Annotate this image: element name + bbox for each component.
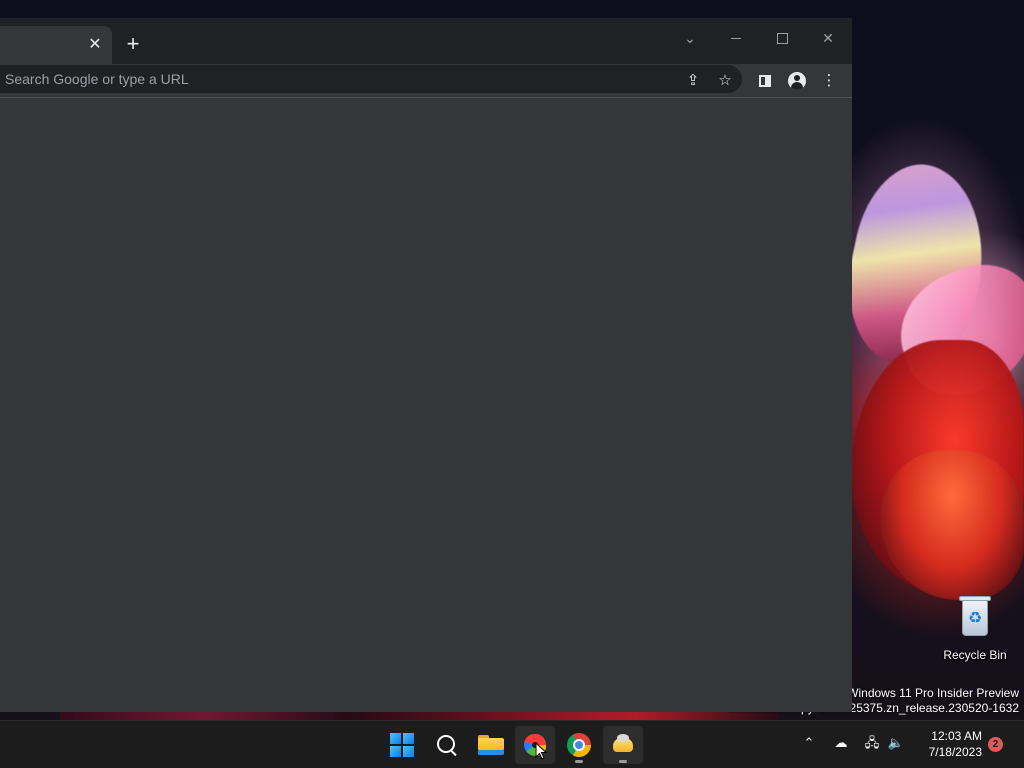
minimize-button[interactable] (720, 24, 752, 52)
address-bar[interactable]: Search Google or type a URL ⇪ ☆ (0, 65, 742, 93)
page-content[interactable] (0, 98, 852, 712)
browser-window: ✕ + ⌄ ✕ Search Google or type a URL ⇪ ☆ … (0, 18, 852, 712)
chrome-app-button[interactable] (559, 726, 599, 764)
running-indicator (575, 760, 583, 763)
browser-toolbar: Search Google or type a URL ⇪ ☆ ⋮ (0, 64, 852, 97)
share-icon[interactable]: ⇪ (682, 69, 704, 91)
notification-badge[interactable]: 2 (988, 737, 1003, 752)
mouse-pointer-icon (535, 742, 547, 760)
search-button[interactable] (427, 726, 467, 764)
onedrive-cloud-icon[interactable]: ☁ (831, 734, 851, 754)
start-button[interactable] (382, 726, 422, 764)
bookmark-star-icon[interactable]: ☆ (714, 69, 736, 91)
pinned-app-button[interactable] (603, 726, 643, 764)
side-panel-icon[interactable] (754, 69, 776, 91)
clock-time: 12:03 AM (931, 729, 982, 743)
browser-menu-icon[interactable]: ⋮ (818, 69, 840, 91)
app-icon (611, 734, 635, 756)
recycle-bin-label: Recycle Bin (943, 648, 1007, 662)
recycle-bin-icon: ♻ (959, 594, 991, 636)
close-window-button[interactable]: ✕ (812, 24, 844, 52)
new-tab-button[interactable]: + (121, 32, 145, 56)
folder-icon (478, 735, 504, 755)
search-icon (436, 734, 458, 756)
profile-icon[interactable] (786, 69, 808, 91)
browser-tab[interactable]: ✕ (0, 26, 112, 64)
volume-icon[interactable]: 🔈 (886, 734, 906, 754)
chrome-icon (567, 733, 591, 757)
browser-titlebar: ✕ + ⌄ ✕ (0, 18, 852, 64)
tab-search-dropdown-button[interactable]: ⌄ (674, 24, 706, 52)
address-bar-placeholder: Search Google or type a URL (5, 71, 189, 87)
file-explorer-button[interactable] (471, 726, 511, 764)
clock-date: 7/18/2023 (928, 745, 982, 759)
tab-close-button[interactable]: ✕ (85, 35, 105, 55)
windows-logo-icon (390, 733, 414, 757)
running-indicator (619, 760, 627, 763)
taskbar-clock[interactable]: 12:03 AM 7/18/2023 (910, 728, 982, 760)
maximize-button[interactable] (766, 24, 798, 52)
network-icon[interactable]: 🖧 (862, 734, 882, 754)
recycle-bin-shortcut[interactable]: ♻ Recycle Bin (940, 594, 1010, 662)
show-hidden-icons-chevron-icon[interactable]: ⌃ (799, 734, 819, 754)
